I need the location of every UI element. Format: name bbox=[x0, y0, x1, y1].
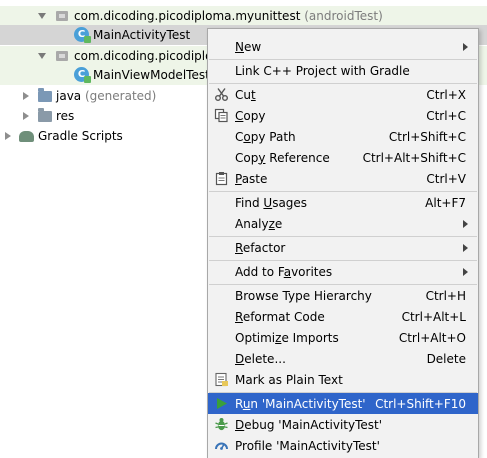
context-menu: New Link C++ Project with Gradle Cut Ctr… bbox=[207, 28, 479, 458]
shortcut: Ctrl+H bbox=[425, 288, 466, 303]
menu-item-debug[interactable]: Debug 'MainActivityTest' bbox=[208, 414, 478, 435]
submenu-arrow-icon bbox=[463, 267, 468, 276]
test-class-icon: C bbox=[74, 67, 91, 83]
resource-folder-icon bbox=[38, 108, 52, 122]
menu-item-delete[interactable]: Delete... Delete bbox=[208, 348, 478, 369]
shortcut: Alt+F7 bbox=[425, 195, 466, 210]
folder-label: java bbox=[56, 89, 82, 103]
folder-label: res bbox=[56, 109, 75, 123]
menu-item-refactor[interactable]: Refactor bbox=[208, 237, 478, 258]
package-icon bbox=[56, 51, 68, 61]
menu-item-find-usages[interactable]: Find Usages Alt+F7 bbox=[208, 192, 478, 213]
shortcut: Ctrl+Shift+C bbox=[388, 129, 466, 144]
bug-icon bbox=[214, 417, 229, 432]
scissors-icon bbox=[214, 87, 229, 102]
submenu-arrow-icon bbox=[463, 42, 468, 51]
plain-text-file-icon bbox=[214, 372, 229, 387]
menu-item-cut[interactable]: Cut Ctrl+X bbox=[208, 84, 478, 105]
menu-item-optimize-imports[interactable]: Optimize Imports Ctrl+Alt+O bbox=[208, 327, 478, 348]
menu-item-paste[interactable]: Paste Ctrl+V bbox=[208, 168, 478, 189]
package-icon bbox=[56, 11, 68, 21]
menu-item-run[interactable]: Run 'MainActivityTest' Ctrl+Shift+F10 bbox=[208, 393, 478, 414]
submenu-arrow-icon bbox=[463, 219, 468, 228]
shortcut: Ctrl+Alt+L bbox=[401, 309, 466, 324]
submenu-arrow-icon bbox=[463, 243, 468, 252]
collapse-arrow-icon[interactable] bbox=[38, 53, 46, 59]
package-suffix: (androidTest) bbox=[304, 9, 383, 23]
copy-icon bbox=[214, 108, 229, 123]
shortcut: Ctrl+X bbox=[426, 87, 466, 102]
gradle-label: Gradle Scripts bbox=[38, 129, 123, 143]
menu-item-link-cpp-project[interactable]: Link C++ Project with Gradle bbox=[208, 60, 478, 81]
play-icon bbox=[214, 396, 229, 411]
menu-item-reformat-code[interactable]: Reformat Code Ctrl+Alt+L bbox=[208, 306, 478, 327]
class-label: MainViewModelTest bbox=[93, 68, 210, 82]
shortcut: Ctrl+Alt+O bbox=[398, 330, 466, 345]
expand-arrow-icon[interactable] bbox=[5, 132, 11, 140]
shortcut: Ctrl+V bbox=[426, 171, 466, 186]
menu-item-copy-reference[interactable]: Copy Reference Ctrl+Alt+Shift+C bbox=[208, 147, 478, 168]
menu-item-new[interactable]: New bbox=[208, 36, 478, 57]
menu-item-copy[interactable]: Copy Ctrl+C bbox=[208, 105, 478, 126]
package-label: com.dicoding.picodiploma.myunittest bbox=[74, 9, 301, 23]
class-label: MainActivityTest bbox=[93, 28, 191, 42]
menu-item-analyze[interactable]: Analyze bbox=[208, 213, 478, 234]
menu-item-copy-path[interactable]: Copy Path Ctrl+Shift+C bbox=[208, 126, 478, 147]
menu-item-profile[interactable]: Profile 'MainActivityTest' bbox=[208, 435, 478, 456]
gauge-icon bbox=[214, 438, 229, 453]
clipboard-icon bbox=[214, 171, 229, 186]
menu-item-mark-as-plain-text[interactable]: Mark as Plain Text bbox=[208, 369, 478, 390]
test-class-icon: C bbox=[74, 27, 91, 43]
expand-arrow-icon[interactable] bbox=[23, 112, 29, 120]
expand-arrow-icon[interactable] bbox=[23, 92, 29, 100]
collapse-arrow-icon[interactable] bbox=[38, 13, 46, 19]
tree-row-androidtest-package[interactable]: com.dicoding.picodiploma.myunittest (and… bbox=[0, 6, 487, 26]
gradle-icon bbox=[19, 131, 34, 142]
shortcut: Delete bbox=[426, 351, 466, 366]
shortcut: Ctrl+C bbox=[426, 108, 466, 123]
folder-suffix: (generated) bbox=[84, 89, 157, 103]
shortcut: Ctrl+Shift+F10 bbox=[375, 396, 466, 411]
menu-item-browse-type-hierarchy[interactable]: Browse Type Hierarchy Ctrl+H bbox=[208, 285, 478, 306]
package-label: com.dicoding.picodiplom bbox=[74, 49, 225, 63]
shortcut: Ctrl+Alt+Shift+C bbox=[362, 150, 466, 165]
folder-icon bbox=[38, 88, 52, 102]
menu-item-add-to-favorites[interactable]: Add to Favorites bbox=[208, 261, 478, 282]
